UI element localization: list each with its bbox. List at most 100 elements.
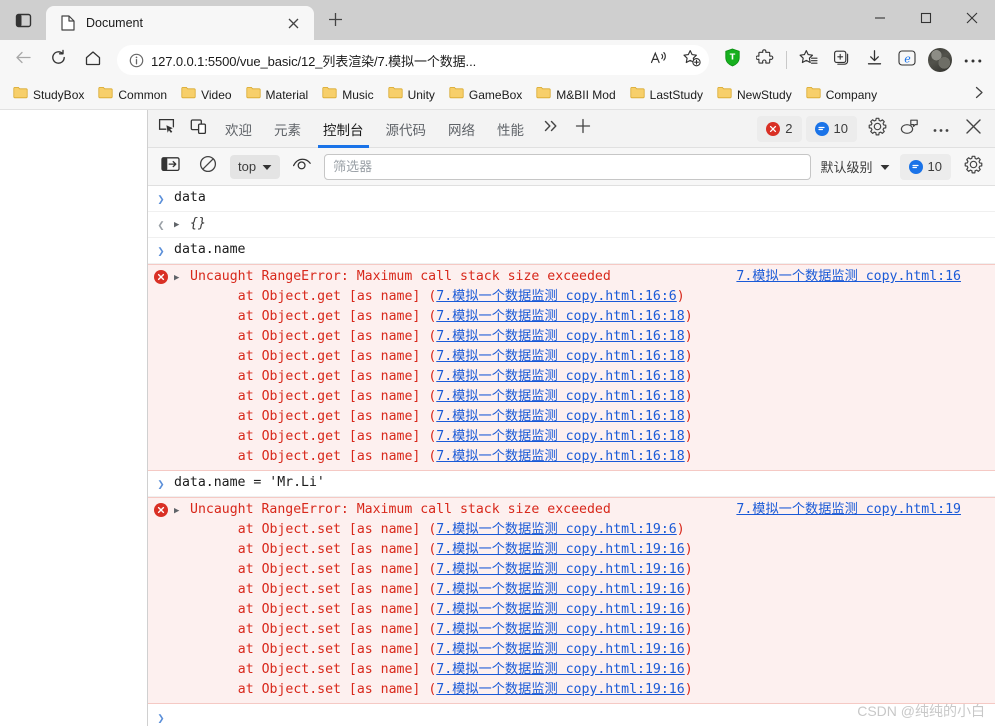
devtools-more-options-button[interactable] [925,114,957,144]
stack-frame: at Object.get [as name] (7.模拟一个数据监测 copy… [206,289,685,304]
tab-elements[interactable]: 元素 [263,110,312,148]
add-favorite-button[interactable] [677,47,705,73]
green-shield-button[interactable]: T [716,44,748,76]
tab-console[interactable]: 控制台 [312,110,375,148]
message-count-badge[interactable]: 10 [805,115,857,142]
downloads-button[interactable] [858,44,890,76]
error-source-link[interactable]: 7.模拟一个数据监测 copy.html:16 [736,267,961,287]
more-tabs-button[interactable] [535,114,567,144]
bookmark-studybox[interactable]: StudyBox [6,83,91,107]
browser-tab[interactable]: Document [46,6,314,40]
stack-frame-link[interactable]: 7.模拟一个数据监测 copy.html:19:16 [436,542,684,557]
bookmark-unity[interactable]: Unity [381,83,442,107]
bookmark-company[interactable]: Company [799,83,884,107]
stack-frame: at Object.set [as name] (7.模拟一个数据监测 copy… [206,622,693,637]
extensions-button[interactable] [749,44,781,76]
inspect-element-button[interactable] [150,114,182,144]
bookmark-label: Common [118,87,168,102]
stack-frame-link[interactable]: 7.模拟一个数据监测 copy.html:19:6 [436,522,676,537]
profile-button[interactable] [924,44,956,76]
site-info-icon[interactable] [125,49,147,71]
address-bar[interactable]: 127.0.0.1:5500/vue_basic/12_列表渲染/7.模拟一个数… [117,45,709,75]
tab-welcome[interactable]: 欢迎 [214,110,263,148]
triangle-right-icon[interactable]: ▶ [174,267,190,288]
stack-frame-link[interactable]: 7.模拟一个数据监测 copy.html:16:18 [436,409,684,424]
devtools-close-button[interactable] [957,114,989,144]
read-aloud-button[interactable] [645,47,673,73]
browser-toolbar-icons: T e [716,44,989,76]
filterbar-message-badge[interactable]: 10 [899,153,951,180]
console-sidebar-button[interactable] [154,152,186,182]
triangle-right-icon[interactable]: ▶ [174,500,190,521]
triangle-right-icon[interactable]: ▶ [174,214,190,235]
tab-sources[interactable]: 源代码 [375,110,438,148]
stack-frame-fn: at Object.set [as name] [206,582,429,597]
bookmark-material[interactable]: Material [239,83,316,107]
stack-frame-link[interactable]: 7.模拟一个数据监测 copy.html:19:16 [436,582,684,597]
stack-frame-link[interactable]: 7.模拟一个数据监测 copy.html:16:18 [436,389,684,404]
stack-frame-link[interactable]: 7.模拟一个数据监测 copy.html:16:6 [436,289,676,304]
stack-frame-link[interactable]: 7.模拟一个数据监测 copy.html:16:18 [436,329,684,344]
stack-frame-link[interactable]: 7.模拟一个数据监测 copy.html:16:18 [436,349,684,364]
devtools-settings-button[interactable] [861,114,893,144]
error-count-badge[interactable]: 2 [757,115,802,142]
device-toolbar-button[interactable] [182,114,214,144]
bookmark-common[interactable]: Common [91,83,174,107]
tab-search-button[interactable] [0,0,46,40]
bookmark-music[interactable]: Music [315,83,380,107]
bookmark-laststudy[interactable]: LastStudy [623,83,710,107]
web-page-viewport[interactable] [0,110,148,726]
ie-mode-button[interactable]: e [891,44,923,76]
console-output-row[interactable]: ❮ ▶ {} [148,212,995,238]
home-button[interactable] [76,44,110,76]
new-tab-button[interactable] [320,7,350,37]
customize-devtools-button[interactable] [893,114,925,144]
tab-close-button[interactable] [282,12,304,34]
stack-frame-link[interactable]: 7.模拟一个数据监测 copy.html:16:18 [436,309,684,324]
console-log-area[interactable]: ❯ data ❮ ▶ {} ❯ data.name ▶ Uncaught Ran… [148,186,995,726]
back-button[interactable] [6,44,40,76]
tab-performance[interactable]: 性能 [486,110,535,148]
stack-frame-link[interactable]: 7.模拟一个数据监测 copy.html:16:18 [436,369,684,384]
bookmarks-overflow-button[interactable] [967,83,991,107]
stack-frame-link[interactable]: 7.模拟一个数据监测 copy.html:16:18 [436,429,684,444]
execution-context-select[interactable]: top [230,154,281,179]
stack-frame-link[interactable]: 7.模拟一个数据监测 copy.html:19:16 [436,562,684,577]
console-filter-input[interactable] [324,153,811,180]
bookmark-video[interactable]: Video [174,83,238,107]
live-expression-button[interactable] [286,152,318,182]
inspect-element-icon [158,118,175,140]
log-level-select[interactable]: 默认级别 [817,157,894,176]
clear-console-button[interactable] [192,152,224,182]
stack-frame-link[interactable]: 7.模拟一个数据监测 copy.html:19:16 [436,622,684,637]
console-prompt-row[interactable]: ❯ [148,704,995,726]
window-maximize-button[interactable] [903,0,949,40]
stack-frame-link[interactable]: 7.模拟一个数据监测 copy.html:19:16 [436,602,684,617]
console-filter-bar: top 默认级别 [148,148,995,186]
bookmark-gamebox[interactable]: GameBox [442,83,529,107]
console-input-row[interactable]: ❯ data [148,186,995,212]
stack-frame-fn: at Object.get [as name] [206,369,429,384]
window-close-button[interactable] [949,0,995,40]
browser-settings-button[interactable] [957,44,989,76]
console-input-row[interactable]: ❯ data.name [148,238,995,264]
collections-button[interactable] [825,44,857,76]
favorites-button[interactable] [792,44,824,76]
console-error-row[interactable]: ▶ Uncaught RangeError: Maximum call stac… [148,264,995,471]
tab-network[interactable]: 网络 [437,110,486,148]
window-minimize-button[interactable] [857,0,903,40]
add-tab-button[interactable] [567,114,599,144]
stack-frame-link[interactable]: 7.模拟一个数据监测 copy.html:19:16 [436,662,684,677]
bookmark-newstudy[interactable]: NewStudy [710,83,799,107]
error-source-link[interactable]: 7.模拟一个数据监测 copy.html:19 [736,500,961,520]
chevron-double-right-icon [543,119,559,138]
stack-frame-link[interactable]: 7.模拟一个数据监测 copy.html:19:16 [436,642,684,657]
stack-frame-link[interactable]: 7.模拟一个数据监测 copy.html:19:16 [436,682,684,697]
stack-frame-link[interactable]: 7.模拟一个数据监测 copy.html:16:18 [436,449,684,464]
console-settings-button[interactable] [957,152,989,182]
browser-navbar: 127.0.0.1:5500/vue_basic/12_列表渲染/7.模拟一个数… [0,40,995,80]
console-error-row[interactable]: ▶ Uncaught RangeError: Maximum call stac… [148,497,995,704]
reload-button[interactable] [41,44,75,76]
console-input-row[interactable]: ❯ data.name = 'Mr.Li' [148,471,995,497]
bookmark-mbii-mod[interactable]: M&BII Mod [529,83,622,107]
